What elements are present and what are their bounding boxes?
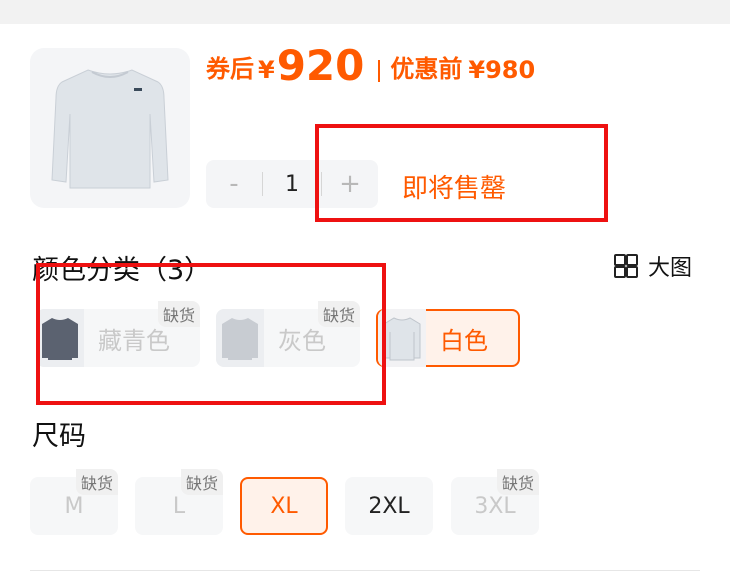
size-option-label: XL xyxy=(270,493,298,519)
size-option-label: L xyxy=(172,493,186,519)
top-bar xyxy=(0,0,730,24)
size-option-2xl[interactable]: 2XL xyxy=(345,477,433,535)
product-thumbnail[interactable] xyxy=(30,48,190,208)
color-option-white[interactable]: 白色 xyxy=(376,309,520,367)
size-option-m[interactable]: M 缺货 xyxy=(30,469,118,535)
size-option-3xl[interactable]: 3XL 缺货 xyxy=(451,469,539,535)
out-of-stock-badge: 缺货 xyxy=(180,469,223,495)
size-section-title: 尺码 xyxy=(32,421,86,452)
size-option-xl[interactable]: XL xyxy=(240,477,328,535)
size-option-l[interactable]: L 缺货 xyxy=(135,469,223,535)
shirt-image xyxy=(51,69,169,189)
big-image-toggle[interactable]: 大图 xyxy=(614,250,692,282)
currency-symbol: ¥ xyxy=(258,56,275,84)
out-of-stock-badge: 缺货 xyxy=(75,469,118,495)
size-option-label: M xyxy=(64,493,84,519)
price-divider xyxy=(378,60,381,82)
size-option-label: 2XL xyxy=(368,493,410,519)
size-option-label: 3XL xyxy=(474,493,516,519)
annotation-box-colors xyxy=(36,263,386,405)
bottom-divider xyxy=(30,570,700,571)
color-option-label: 白色 xyxy=(440,326,488,355)
original-price: ¥980 xyxy=(468,56,536,84)
coupon-price: 920 xyxy=(276,41,365,90)
big-image-label: 大图 xyxy=(648,256,693,281)
price-row: 券后 ¥ 920 优惠前 ¥980 xyxy=(206,40,535,96)
original-price-label: 优惠前 xyxy=(390,55,463,83)
out-of-stock-badge: 缺货 xyxy=(496,469,539,495)
decrease-button[interactable]: - xyxy=(206,169,262,199)
grid-icon xyxy=(614,254,638,278)
quantity-value[interactable]: 1 xyxy=(263,172,321,197)
coupon-price-label: 券后 xyxy=(206,55,254,83)
annotation-box-status xyxy=(315,124,608,222)
